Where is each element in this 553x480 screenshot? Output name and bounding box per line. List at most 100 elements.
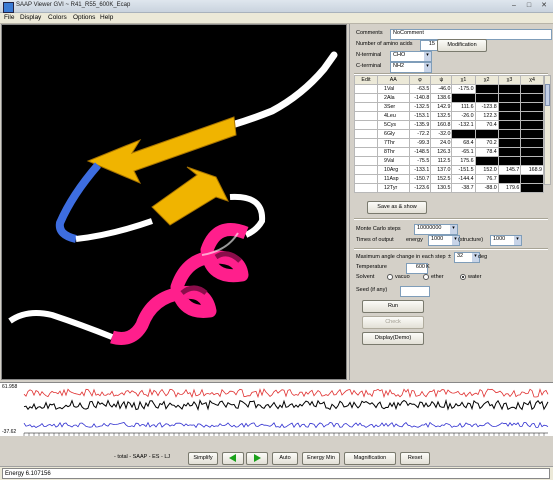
table-row[interactable]: 5Cys -135.9 160.8 -132.1 70.4: [354, 120, 544, 130]
phi-cell[interactable]: -140.8: [408, 93, 432, 103]
chi2-cell[interactable]: [474, 84, 499, 94]
chi3-cell[interactable]: 145.7: [497, 165, 522, 175]
num-amino-acids-input[interactable]: 15: [420, 40, 438, 51]
chi1-cell[interactable]: -26.0: [451, 111, 476, 121]
chi2-cell[interactable]: -88.0: [474, 183, 499, 193]
modification-button[interactable]: Modification: [437, 39, 487, 52]
run-button[interactable]: Run: [362, 300, 424, 313]
menu-display[interactable]: Display: [20, 14, 41, 21]
edit-cell[interactable]: [354, 111, 378, 121]
table-row[interactable]: 1Val -63.5 -46.0 -175.0: [354, 84, 544, 94]
psi-cell[interactable]: 160.8: [430, 120, 453, 130]
solvent-vacuo-radio[interactable]: [387, 274, 393, 280]
column-header-chi3[interactable]: χ3: [497, 75, 522, 85]
chi2-cell[interactable]: -123.8: [474, 102, 499, 112]
chi1-cell[interactable]: -144.4: [451, 174, 476, 184]
magnification-button[interactable]: Magnification: [344, 452, 396, 465]
column-header-phi[interactable]: φ: [408, 75, 432, 85]
table-row[interactable]: 10Arg -133.1 137.0 -151.5 152.0 145.7 168.9: [354, 165, 544, 175]
n-terminal-select[interactable]: CHO ▾: [390, 51, 432, 62]
column-header-chi1[interactable]: χ1: [451, 75, 476, 85]
molecule-viewport[interactable]: [1, 24, 347, 380]
energy-output-select[interactable]: 1000 ▾: [428, 235, 460, 246]
edit-cell[interactable]: [354, 93, 378, 103]
chi2-cell[interactable]: 152.0: [474, 165, 499, 175]
chi3-cell[interactable]: [497, 156, 522, 166]
aa-cell[interactable]: 8Thr: [376, 147, 410, 157]
chi4-cell[interactable]: [520, 138, 544, 148]
aa-cell[interactable]: 7Thr: [376, 138, 410, 148]
chi2-cell[interactable]: [474, 129, 499, 139]
chi4-cell[interactable]: [520, 129, 544, 139]
table-row[interactable]: 12Tyr -123.6 130.5 -38.7 -88.0 179.6: [354, 183, 544, 193]
structure-output-select[interactable]: 1000 ▾: [490, 235, 522, 246]
edit-cell[interactable]: [354, 183, 378, 193]
table-row[interactable]: 11Asp -150.7 152.5 -144.4 76.7: [354, 174, 544, 184]
chi2-cell[interactable]: 78.4: [474, 147, 499, 157]
aa-cell[interactable]: 10Arg: [376, 165, 410, 175]
phi-cell[interactable]: -132.5: [408, 102, 432, 112]
phi-cell[interactable]: -72.2: [408, 129, 432, 139]
phi-cell[interactable]: -75.5: [408, 156, 432, 166]
table-row[interactable]: 2Ala -140.8 138.6: [354, 93, 544, 103]
chi2-cell[interactable]: 122.3: [474, 111, 499, 121]
chi4-cell[interactable]: [520, 111, 544, 121]
maximize-button[interactable]: □: [522, 1, 536, 11]
phi-cell[interactable]: -133.1: [408, 165, 432, 175]
menu-help[interactable]: Help: [100, 14, 113, 21]
chi1-cell[interactable]: [451, 129, 476, 139]
psi-cell[interactable]: 152.5: [430, 174, 453, 184]
psi-cell[interactable]: -46.0: [430, 84, 453, 94]
chi3-cell[interactable]: [497, 120, 522, 130]
chi4-cell[interactable]: [520, 120, 544, 130]
aa-cell[interactable]: 5Cys: [376, 120, 410, 130]
psi-cell[interactable]: 142.9: [430, 102, 453, 112]
mc-steps-select[interactable]: 10000000 ▾: [414, 224, 458, 235]
table-row[interactable]: 7Thr -99.3 24.0 68.4 70.2: [354, 138, 544, 148]
auto-button[interactable]: Auto: [272, 452, 298, 465]
column-header-edit[interactable]: Edit: [354, 75, 378, 85]
column-header-chi4[interactable]: χ4: [520, 75, 544, 85]
table-row[interactable]: 4Leu -153.1 132.5 -26.0 122.3: [354, 111, 544, 121]
chi1-cell[interactable]: -38.7: [451, 183, 476, 193]
psi-cell[interactable]: -32.0: [430, 129, 453, 139]
edit-cell[interactable]: [354, 102, 378, 112]
minimize-button[interactable]: –: [507, 1, 521, 11]
chi4-cell[interactable]: 168.9: [520, 165, 544, 175]
table-scrollbar[interactable]: [544, 75, 551, 185]
aa-cell[interactable]: 4Leu: [376, 111, 410, 121]
psi-cell[interactable]: 112.5: [430, 156, 453, 166]
display-demo-button[interactable]: Display(Demo): [362, 332, 424, 345]
menu-colors[interactable]: Colors: [48, 14, 67, 21]
menu-options[interactable]: Options: [73, 14, 95, 21]
simplify-button[interactable]: Simplify: [188, 452, 218, 465]
edit-cell[interactable]: [354, 147, 378, 157]
edit-cell[interactable]: [354, 120, 378, 130]
phi-cell[interactable]: -148.5: [408, 147, 432, 157]
chi3-cell[interactable]: [497, 84, 522, 94]
phi-cell[interactable]: -153.1: [408, 111, 432, 121]
chi2-cell[interactable]: 70.4: [474, 120, 499, 130]
aa-cell[interactable]: 6Gly: [376, 129, 410, 139]
aa-cell[interactable]: 11Asp: [376, 174, 410, 184]
chi1-cell[interactable]: -175.0: [451, 84, 476, 94]
chi2-cell[interactable]: 76.7: [474, 174, 499, 184]
chi4-cell[interactable]: [520, 102, 544, 112]
amino-acid-table[interactable]: Edit AA φ ψ χ1 χ2 χ3 χ4 1Val -63.5 -46.0 -1…: [354, 75, 544, 193]
edit-cell[interactable]: [354, 84, 378, 94]
save-show-button[interactable]: Save as & show: [367, 201, 427, 214]
chi3-cell[interactable]: [497, 174, 522, 184]
aa-cell[interactable]: 1Val: [376, 84, 410, 94]
chi4-cell[interactable]: [520, 84, 544, 94]
psi-cell[interactable]: 137.0: [430, 165, 453, 175]
chi3-cell[interactable]: 179.6: [497, 183, 522, 193]
chi4-cell[interactable]: [520, 174, 544, 184]
c-terminal-select[interactable]: NH2 ▾: [390, 62, 432, 73]
edit-cell[interactable]: [354, 129, 378, 139]
temperature-input[interactable]: 600: [406, 263, 428, 274]
chi1-cell[interactable]: -151.5: [451, 165, 476, 175]
psi-cell[interactable]: 126.3: [430, 147, 453, 157]
aa-cell[interactable]: 12Tyr: [376, 183, 410, 193]
chi3-cell[interactable]: [497, 111, 522, 121]
next-button[interactable]: [246, 452, 268, 465]
